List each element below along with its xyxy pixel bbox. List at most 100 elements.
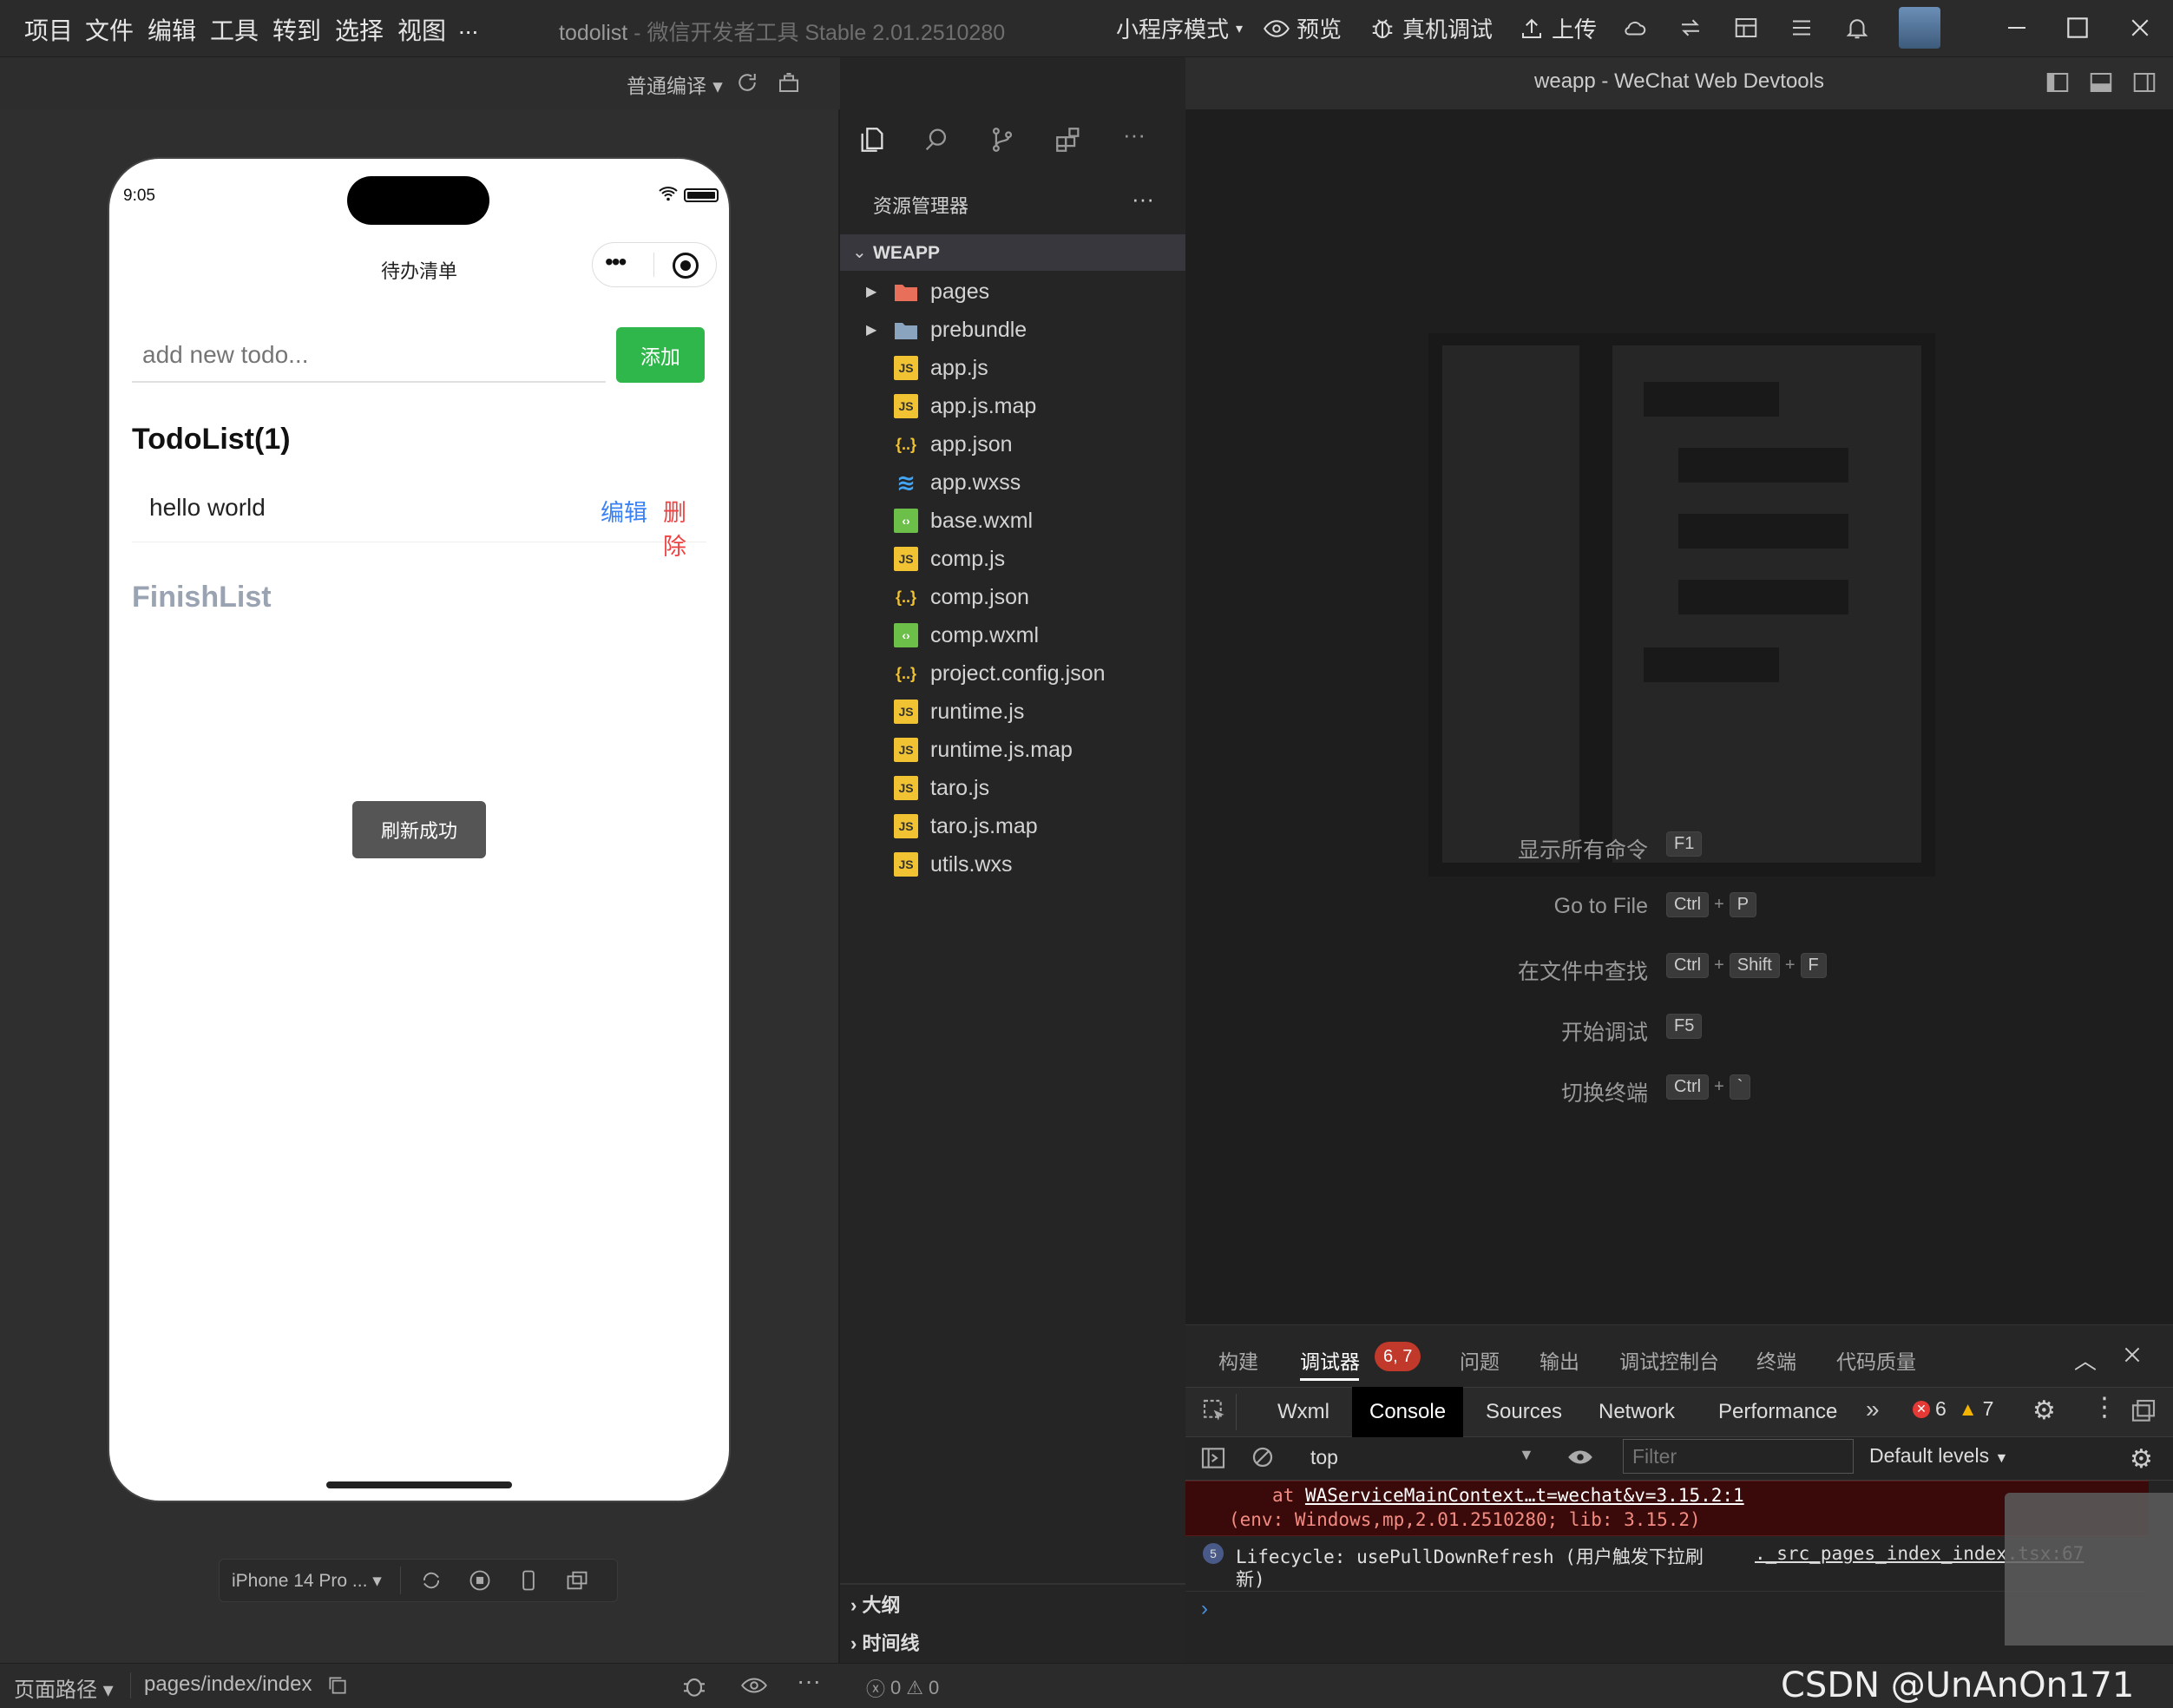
explorer-root[interactable]: ⌄ WEAPP: [840, 234, 1185, 271]
problems-summary[interactable]: ⓧ 0 ⚠ 0: [866, 1674, 939, 1702]
compile-mode-dropdown[interactable]: 普通编译 ▾: [627, 69, 723, 99]
close-icon[interactable]: [2124, 12, 2156, 43]
window-detach-icon[interactable]: [565, 1568, 589, 1597]
menu-edit[interactable]: 编辑: [148, 12, 196, 47]
tab-problems[interactable]: 问题: [1460, 1345, 1500, 1375]
file-item[interactable]: ≋ app.wxss: [840, 463, 1185, 502]
add-button[interactable]: 添加: [616, 327, 705, 383]
menu-lines-icon[interactable]: [1786, 12, 1817, 43]
chevron-up-icon[interactable]: ︿: [2074, 1343, 2097, 1376]
phone-icon[interactable]: [516, 1568, 541, 1597]
search-icon[interactable]: [922, 125, 951, 159]
mode-label: 小程序模式: [1116, 16, 1230, 43]
panel-bottom-icon[interactable]: [2088, 69, 2114, 100]
minimize-icon[interactable]: [2001, 12, 2032, 43]
more-icon[interactable]: ···: [1123, 122, 1146, 148]
layout-icon[interactable]: [1730, 12, 1762, 43]
menu-file[interactable]: 文件: [85, 12, 134, 47]
tab-code-quality[interactable]: 代码质量: [1836, 1345, 1916, 1375]
file-item[interactable]: ▶ pages: [840, 273, 1185, 311]
preview-eye-icon[interactable]: [739, 1672, 769, 1703]
rotate-icon[interactable]: [419, 1568, 443, 1597]
route-dropdown[interactable]: 页面路径 ▾: [14, 1672, 114, 1703]
console-settings-icon[interactable]: ⚙: [2130, 1444, 2153, 1475]
sidebar-toggle-icon[interactable]: [1199, 1444, 1227, 1476]
device-select[interactable]: iPhone 14 Pro ... ▾: [232, 1570, 382, 1592]
clear-cache-icon[interactable]: [776, 69, 802, 100]
tab-console[interactable]: Console: [1352, 1387, 1464, 1437]
close-target-icon[interactable]: [673, 253, 699, 279]
real-debug-button[interactable]: 真机调试: [1369, 12, 1493, 44]
context-select[interactable]: top ▼: [1291, 1444, 1578, 1474]
more-icon[interactable]: ···: [797, 1667, 821, 1695]
tab-wxml[interactable]: Wxml: [1260, 1387, 1347, 1437]
edit-button[interactable]: 编辑: [601, 494, 647, 528]
tab-network[interactable]: Network: [1581, 1387, 1692, 1437]
tab-debug-console[interactable]: 调试控制台: [1619, 1345, 1719, 1375]
tab-sources[interactable]: Sources: [1468, 1387, 1579, 1437]
dock-icon[interactable]: [2130, 1397, 2157, 1429]
menu-goto[interactable]: 转到: [272, 12, 321, 47]
file-item[interactable]: JS app.js.map: [840, 387, 1185, 425]
file-item[interactable]: JS app.js: [840, 349, 1185, 387]
file-item[interactable]: JS comp.js: [840, 540, 1185, 578]
explorer-more-icon[interactable]: ···: [1132, 186, 1154, 213]
file-item[interactable]: ‹› comp.wxml: [840, 616, 1185, 654]
file-item[interactable]: JS taro.js.map: [840, 807, 1185, 845]
panel-right-icon[interactable]: [2131, 69, 2157, 100]
bug-icon: [1372, 18, 1393, 38]
settings-gear-icon[interactable]: ⚙: [2032, 1396, 2056, 1426]
tab-output[interactable]: 输出: [1539, 1345, 1579, 1375]
timeline-section[interactable]: › 时间线: [850, 1628, 919, 1656]
levels-dropdown[interactable]: Default levels ▼: [1869, 1444, 2008, 1468]
clear-console-icon[interactable]: [1250, 1444, 1276, 1475]
file-item[interactable]: ‹› base.wxml: [840, 502, 1185, 540]
swap-icon[interactable]: [1675, 12, 1706, 43]
tab-debugger[interactable]: 调试器: [1300, 1345, 1360, 1375]
file-item[interactable]: JS runtime.js: [840, 693, 1185, 731]
extensions-icon[interactable]: [1054, 125, 1083, 159]
menu-tools[interactable]: 工具: [210, 12, 259, 47]
menu-select[interactable]: 选择: [335, 12, 384, 47]
menu-project[interactable]: 项目: [24, 12, 73, 47]
cloud-icon[interactable]: [1619, 12, 1651, 43]
maximize-icon[interactable]: [2062, 12, 2093, 43]
upload-button[interactable]: 上传: [1519, 12, 1597, 44]
file-item[interactable]: JS utils.wxs: [840, 845, 1185, 884]
eye-icon[interactable]: [1566, 1444, 1595, 1475]
preview-button[interactable]: 预览: [1264, 12, 1342, 44]
kebab-menu-icon[interactable]: ⋮: [2091, 1392, 2117, 1422]
file-item[interactable]: JS runtime.js.map: [840, 731, 1185, 769]
error-source-link[interactable]: WAServiceMainContext…t=wechat&v=3.15.2:1: [1305, 1485, 1744, 1506]
delete-button[interactable]: 删除: [663, 494, 706, 562]
console-prompt-icon[interactable]: ›: [1201, 1597, 1208, 1621]
file-item[interactable]: {..} project.config.json: [840, 654, 1185, 693]
new-todo-input[interactable]: [132, 329, 606, 383]
more-tabs-icon[interactable]: »: [1866, 1396, 1880, 1423]
menu-more[interactable]: ...: [458, 12, 478, 40]
file-item[interactable]: JS taro.js: [840, 769, 1185, 807]
panel-left-icon[interactable]: [2045, 69, 2071, 100]
source-control-icon[interactable]: [988, 125, 1017, 159]
avatar[interactable]: [1899, 7, 1940, 49]
stop-icon[interactable]: [468, 1568, 492, 1597]
tab-build[interactable]: 构建: [1218, 1345, 1258, 1375]
copy-icon[interactable]: [326, 1674, 349, 1701]
mode-dropdown[interactable]: 小程序模式 ▾: [1116, 12, 1243, 44]
outline-section[interactable]: › 大纲: [850, 1590, 900, 1618]
menu-view[interactable]: 视图: [397, 12, 446, 47]
file-item[interactable]: {..} app.json: [840, 425, 1185, 463]
debug-bug-icon[interactable]: [680, 1672, 708, 1705]
tab-terminal[interactable]: 终端: [1756, 1345, 1796, 1375]
files-icon[interactable]: [857, 125, 887, 159]
tab-performance[interactable]: Performance: [1701, 1387, 1855, 1437]
more-dots-icon[interactable]: •••: [605, 248, 627, 276]
filter-input[interactable]: [1623, 1439, 1854, 1474]
file-item[interactable]: ▶ prebundle: [840, 311, 1185, 349]
bell-icon[interactable]: [1841, 12, 1873, 43]
file-item[interactable]: {..} comp.json: [840, 578, 1185, 616]
inspect-icon[interactable]: [1201, 1397, 1229, 1429]
close-panel-icon[interactable]: [2121, 1343, 2143, 1370]
devtools-counts[interactable]: ✕ 6 ▲ 7: [1913, 1397, 1993, 1421]
refresh-icon[interactable]: [734, 69, 760, 100]
